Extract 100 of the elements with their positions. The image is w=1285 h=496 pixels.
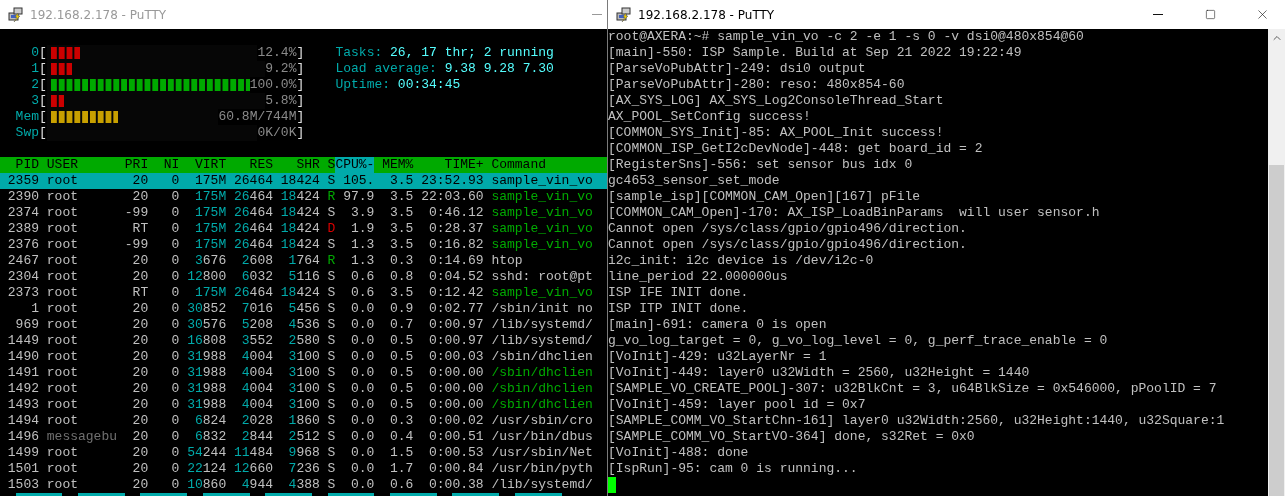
table-cell-text: /sbin/dhclien — [490, 381, 593, 397]
table-cell-text: S — [326, 269, 336, 285]
table-cell-text: 54244 — [186, 445, 227, 461]
process-row[interactable]: 2304 root 20 0 12800 6032 5116 S 0.6 0.8 0:04.52 sshd: root@pt — [0, 269, 607, 285]
process-row[interactable]: 1492 root 20 0 31988 4004 3100 S 0.0 0.5 0:00.00 /sbin/dhclien — [0, 381, 607, 397]
process-row[interactable]: 2467 root 20 0 3676 2608 1764 R 1.3 0.3 0:14.69 htop — [0, 253, 607, 269]
process-row[interactable]: 2389 root RT 0 175M 26464 18424 D 1.9 3.5 0:28.37 sample_vin_vo — [0, 221, 607, 237]
process-row[interactable]: 1 root 20 0 30852 7016 5456 S 0.0 0.9 0:02.77 /sbin/init no — [0, 301, 607, 317]
terminal-line: line_period 22.000000us — [608, 269, 789, 285]
table-cell-text: 0:28.37 — [428, 221, 484, 237]
column-header[interactable]: PRI — [117, 157, 149, 173]
bracket: [ — [39, 109, 47, 125]
table-cell-text: 30852 — [186, 301, 227, 317]
cursor — [608, 477, 616, 493]
table-cell-text: S — [326, 301, 336, 317]
table-cell-text: htop — [490, 253, 524, 269]
table-cell-text: /usr/bin/dbus — [490, 429, 593, 445]
terminal-line: [COMMON_CAM_Open]-170: AX_ISP_LoadBinParams will user sensor.h — [608, 205, 1101, 221]
table-cell-text: 3.5 — [389, 285, 414, 301]
table-cell-text: 1.9 — [350, 221, 375, 237]
column-header[interactable]: VIRT — [179, 157, 227, 173]
process-row[interactable]: 1449 root 20 0 16808 3552 2580 S 0.0 0.5 0:00.97 /lib/systemd/ — [0, 333, 607, 349]
table-cell-text: 0.4 — [389, 429, 414, 445]
table-cell-text: 20 — [131, 397, 149, 413]
column-header[interactable]: NI — [148, 157, 180, 173]
table-cell-text: 6824 — [194, 413, 227, 429]
bracket: [ — [39, 61, 47, 77]
table-cell-text: 20 — [131, 317, 149, 333]
table-cell-text: 0:00.03 — [428, 349, 484, 365]
table-cell-text: root — [45, 461, 79, 477]
table-cell-text: 0.7 — [389, 317, 414, 333]
column-header[interactable]: TIME+ — [413, 157, 484, 173]
process-row[interactable]: 2373 root RT 0 175M 26464 18424 S 0.6 3.5 0:12.42 sample_vin_vo — [0, 285, 607, 301]
table-cell-text: 2028 — [240, 413, 273, 429]
table-cell-text: 0 — [170, 333, 180, 349]
table-cell-text: 20 — [131, 349, 149, 365]
column-header[interactable]: Command — [483, 157, 593, 173]
table-cell-text: 4388 — [287, 477, 320, 493]
table-cell-text: 1.7 — [389, 461, 414, 477]
window-title: 192.168.2.178 - PuTTY — [30, 7, 168, 22]
table-cell-text: 0 — [170, 397, 180, 413]
meter-reading: 5.8% — [265, 93, 297, 109]
table-cell-text: 31988 — [186, 397, 227, 413]
table-cell-text: 1490 — [6, 349, 39, 365]
terminal-line: ISP ITP INIT done. — [608, 301, 750, 317]
process-row[interactable]: 1503 root 20 0 10860 4944 4388 S 0.0 0.6 0:00.38 /lib/systemd/ — [0, 477, 607, 493]
table-cell-text: 1493 — [6, 397, 39, 413]
table-cell-text: 10860 — [186, 477, 227, 493]
table-cell-text: 0.0 — [350, 429, 375, 445]
table-cell-text: /usr/bin/pyth — [490, 461, 593, 477]
summary-value: 00:34:45 — [396, 77, 461, 93]
process-row[interactable]: 1491 root 20 0 31988 4004 3100 S 0.0 0.5 0:00.00 /sbin/dhclien — [0, 365, 607, 381]
process-row[interactable]: 2359 root 20 0 175M 26464 18424 S 105. 3.5 23:52.93 sample_vin_vo — [0, 173, 607, 189]
table-cell-text: sample_vin_vo — [490, 221, 593, 237]
table-cell-text: 1764 — [287, 253, 320, 269]
table-cell-text: 0:00.00 — [428, 397, 484, 413]
process-row[interactable]: 969 root 20 0 30576 5208 4536 S 0.0 0.7 0:00.97 /lib/systemd/ — [0, 317, 607, 333]
table-cell-text: 20 — [131, 189, 149, 205]
table-cell-text: 0.5 — [389, 365, 414, 381]
bracket: [ — [39, 125, 47, 141]
table-cell-text: S — [326, 365, 336, 381]
summary-value: 26, 17 thr; 2 running — [389, 45, 554, 61]
column-header[interactable]: USER — [39, 157, 117, 173]
process-row[interactable]: 1499 root 20 0 54244 11484 9968 S 0.0 1.5 0:00.53 /usr/sbin/Net — [0, 445, 607, 461]
process-row[interactable]: 2374 root -99 0 175M 26464 18424 S 3.9 3.5 0:46.12 sample_vin_vo — [0, 205, 607, 221]
column-header[interactable]: PID — [0, 157, 39, 173]
process-row[interactable]: 1494 root 20 0 6824 2028 1860 S 0.0 0.3 0:00.02 /usr/sbin/cro — [0, 413, 607, 429]
column-header[interactable]: SHR — [273, 157, 320, 173]
process-row[interactable]: 1501 root 20 0 22124 12660 7236 S 0.0 1.7 0:00.84 /usr/bin/pyth — [0, 461, 607, 477]
table-cell-text: /sbin/init no — [490, 301, 593, 317]
table-cell-text: 1496 — [6, 429, 39, 445]
terminal-line: [SAMPLE_COMM_VO_StartVO-364] done, s32Ret = 0x0 — [608, 429, 976, 445]
scrollbar[interactable] — [1268, 29, 1285, 496]
process-row[interactable]: 1490 root 20 0 31988 4004 3100 S 0.0 0.5 0:00.03 /sbin/dhclien — [0, 349, 607, 365]
column-header[interactable]: RES — [226, 157, 273, 173]
table-cell-text: 1 — [30, 301, 39, 317]
process-row[interactable]: 1496 messagebu 20 0 6832 2844 2512 S 0.0 0.4 0:00.51 /usr/bin/dbus — [0, 429, 607, 445]
table-cell-text: 1499 — [6, 445, 39, 461]
table-cell-text: root — [45, 349, 79, 365]
column-header[interactable]: S — [319, 157, 336, 173]
table-cell-text: 0:04.52 — [428, 269, 484, 285]
table-cell-text: 0.6 — [389, 477, 414, 493]
meter-reading: 0K/0K — [257, 125, 297, 141]
table-cell-text: 0.0 — [350, 477, 375, 493]
process-row[interactable]: 2390 root 20 0 175M 26464 18424 R 97.9 3.5 22:03.60 sample_vin_vo — [0, 189, 607, 205]
table-cell-text: root — [45, 317, 79, 333]
process-row[interactable]: 2376 root -99 0 175M 26464 18424 S 1.3 3.5 0:16.82 sample_vin_vo — [0, 237, 607, 253]
process-row[interactable]: 1493 root 20 0 31988 4004 3100 S 0.0 0.5 0:00.00 /sbin/dhclien — [0, 397, 607, 413]
table-cell-text: S — [326, 333, 336, 349]
column-header[interactable]: CPU%- — [335, 157, 375, 173]
table-cell-text: 2376 — [6, 237, 39, 253]
table-cell-text: 0:00.02 — [428, 413, 484, 429]
scrollbar-thumb[interactable] — [1269, 165, 1284, 496]
table-cell-text: /sbin/dhclien — [490, 349, 593, 365]
meter-label: 0 — [30, 45, 39, 61]
terminal-line: [COMMON_ISP_GetI2cDevNode]-448: get board_id = 2 — [608, 141, 984, 157]
table-cell-text: 3100 — [287, 381, 320, 397]
table-cell-text: 175M — [194, 189, 227, 205]
column-header[interactable]: MEM% — [374, 157, 414, 173]
table-cell-text: 97.9 — [342, 189, 375, 205]
